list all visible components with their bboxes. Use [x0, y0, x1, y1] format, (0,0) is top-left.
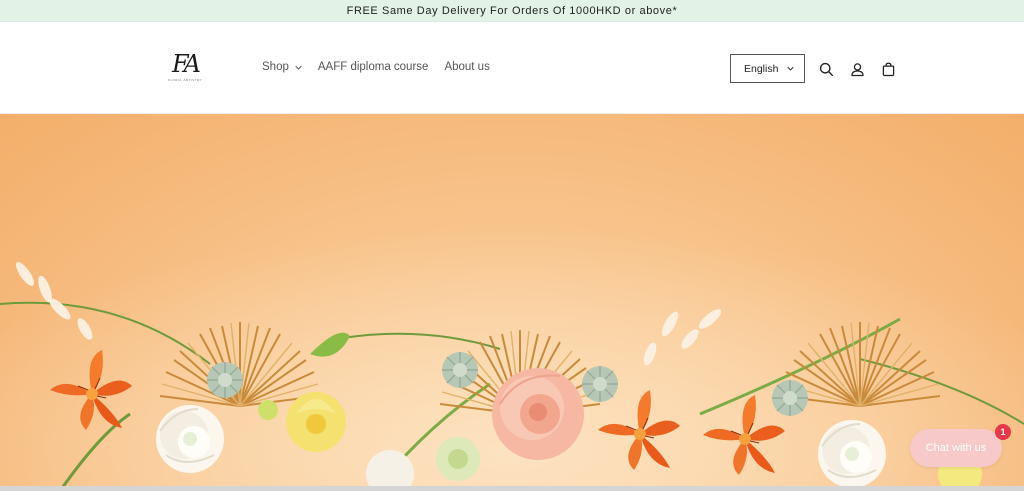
- horizontal-scrollbar[interactable]: [0, 486, 1024, 491]
- chat-label: Chat with us: [925, 442, 987, 454]
- chevron-down-icon: [787, 66, 794, 71]
- floral-arrangement-image: [0, 114, 1024, 491]
- announcement-text: FREE Same Day Delivery For Orders Of 100…: [346, 4, 678, 17]
- language-selected-value: English: [744, 62, 779, 75]
- logo-mark: FA: [172, 50, 201, 78]
- nav-item-about-us[interactable]: About us: [444, 61, 489, 73]
- language-selector[interactable]: English: [730, 54, 805, 83]
- site-header: FA FLORAL ARTISTRY Shop AAFF diploma cou…: [0, 22, 1024, 114]
- cart-icon: [882, 62, 894, 76]
- account-icon: [850, 62, 864, 76]
- main-nav: Shop AAFF diploma course About us: [262, 61, 490, 73]
- search-icon: [819, 62, 833, 76]
- account-button[interactable]: [847, 59, 867, 79]
- announcement-bar: FREE Same Day Delivery For Orders Of 100…: [0, 0, 1024, 22]
- cart-button[interactable]: [878, 59, 898, 79]
- nav-item-aaff-diploma-course[interactable]: AAFF diploma course: [318, 61, 429, 73]
- chat-notification-badge: 1: [995, 424, 1011, 440]
- nav-item-label: Shop: [262, 61, 289, 73]
- logo-tagline: FLORAL ARTISTRY: [167, 78, 203, 82]
- logo[interactable]: FA FLORAL ARTISTRY: [160, 52, 210, 86]
- search-button[interactable]: [816, 59, 836, 79]
- hero-banner: [0, 114, 1024, 491]
- chat-button[interactable]: Chat with us: [910, 429, 1002, 467]
- nav-item-shop[interactable]: Shop: [262, 61, 302, 73]
- chevron-down-icon: [295, 65, 302, 70]
- nav-item-label: About us: [444, 61, 490, 73]
- nav-item-label: AAFF diploma course: [317, 61, 429, 73]
